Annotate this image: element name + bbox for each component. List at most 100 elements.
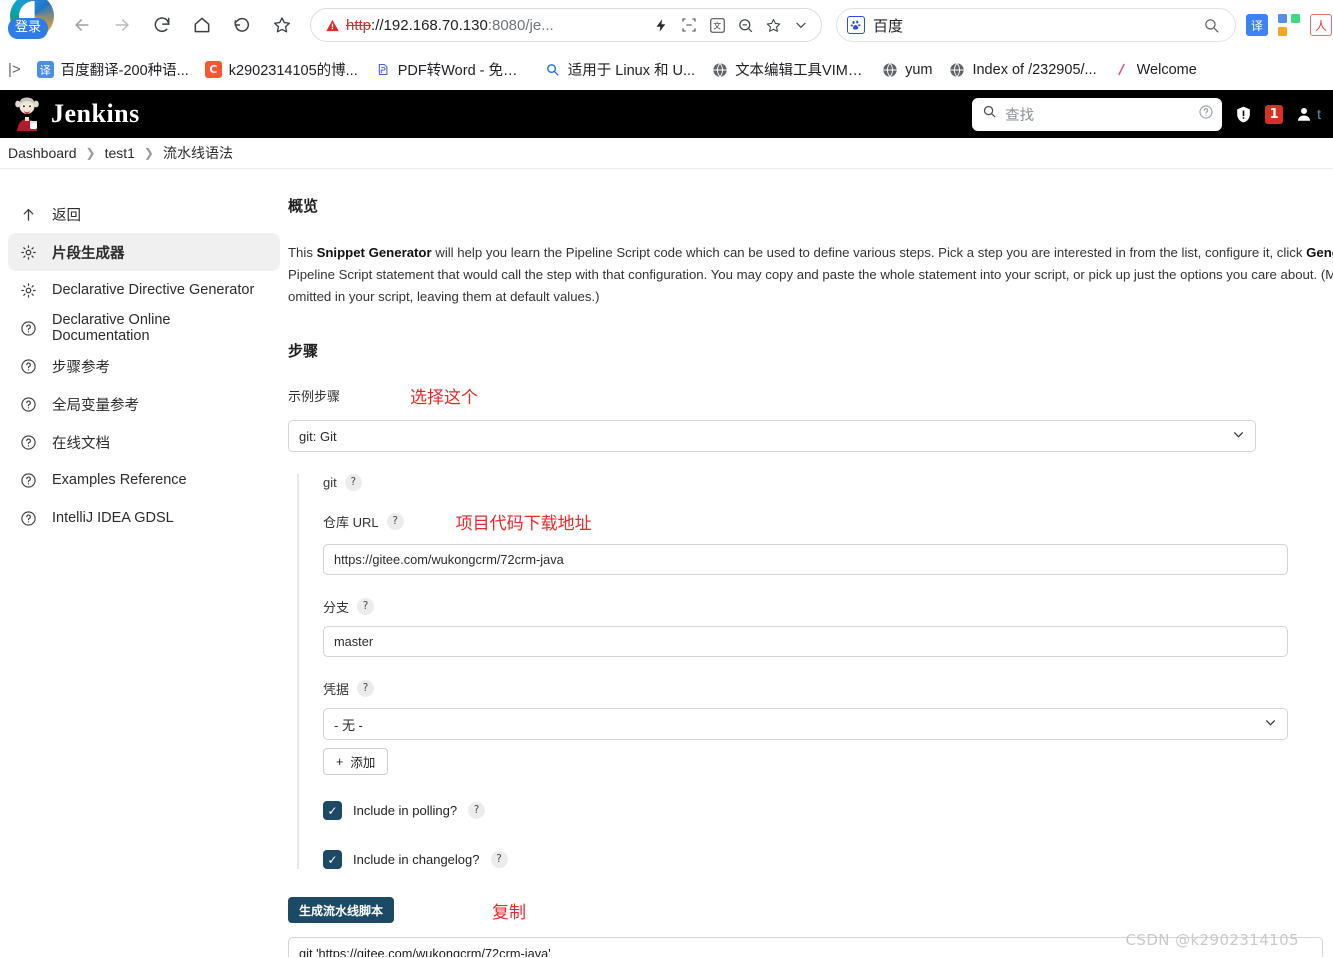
bookmark-item[interactable]: yum xyxy=(873,57,940,82)
help-circle-icon[interactable]: ? xyxy=(490,851,508,868)
zoom-out-icon[interactable] xyxy=(731,11,759,39)
up-arrow-icon xyxy=(18,206,38,223)
sidebar-item-label: 返回 xyxy=(52,207,81,224)
intro-paragraph: This Snippet Generator will help you lea… xyxy=(288,242,1333,308)
credentials-label: 凭据 xyxy=(323,682,350,697)
breadcrumb: Dashboard ❯ test1 ❯ 流水线语法 xyxy=(0,138,1333,169)
sidebar-item-declarative-directive-generator[interactable]: Declarative Directive Generator xyxy=(8,271,280,309)
url-scheme: http xyxy=(346,16,372,34)
sidebar-item-step-reference[interactable]: 步骤参考 xyxy=(8,347,280,385)
bookmark-label: 百度翻译-200种语... xyxy=(60,63,189,79)
reload-icon[interactable] xyxy=(145,8,179,42)
chevron-down-icon xyxy=(1264,716,1277,732)
bookmark-label: Index of /232905/... xyxy=(972,61,1097,78)
annotation-copy: 复制 xyxy=(492,902,527,923)
user-name-label: t xyxy=(1317,106,1321,122)
bookmark-item[interactable]: Index of /232905/... xyxy=(940,57,1104,82)
help-circle-icon[interactable]: ? xyxy=(357,598,375,615)
bookmark-item[interactable]: 文本编辑工具VIM -... xyxy=(703,55,873,84)
jenkins-header: Jenkins 查找 1 t xyxy=(0,90,1333,138)
grid-ext-icon[interactable] xyxy=(1278,14,1300,36)
favorite-star-icon[interactable] xyxy=(265,8,299,42)
include-in-polling-row[interactable]: ✓ Include in polling? ? xyxy=(323,801,1333,820)
home-icon[interactable] xyxy=(185,8,219,42)
security-alert-icon[interactable] xyxy=(1234,104,1253,125)
add-credentials-button[interactable]: + 添加 xyxy=(323,748,389,775)
annotation-select-this: 选择这个 xyxy=(410,388,479,408)
help-circle-icon[interactable] xyxy=(1198,104,1214,125)
bookmark-item[interactable]: C k2902314105的博... xyxy=(197,55,366,84)
bookmark-item[interactable]: 译 百度翻译-200种语... xyxy=(29,55,197,84)
sidebar-item-snippet-generator[interactable]: 片段生成器 xyxy=(8,233,280,271)
generate-pipeline-script-button[interactable]: 生成流水线脚本 xyxy=(288,897,395,923)
help-circle-icon[interactable]: ? xyxy=(344,474,362,491)
intro-bold-snippet-generator: Snippet Generator xyxy=(316,245,432,260)
breadcrumb-item-test1[interactable]: test1 xyxy=(105,145,135,161)
back-arrow-icon[interactable] xyxy=(65,8,99,42)
forward-arrow-icon[interactable] xyxy=(105,8,139,42)
include-in-polling-checkbox[interactable]: ✓ xyxy=(323,801,342,820)
csdn-watermark: CSDN @k2902314105 xyxy=(1125,931,1299,949)
url-separator: :// xyxy=(371,16,384,34)
sidebar-item-label: Examples Reference xyxy=(52,472,187,488)
lightning-icon[interactable] xyxy=(647,11,675,39)
sample-step-label: 示例步骤 xyxy=(288,389,341,404)
sidebar-item-label: 片段生成器 xyxy=(52,245,125,262)
csdn-icon: C xyxy=(204,61,222,78)
help-circle-icon[interactable]: ? xyxy=(386,513,404,530)
search-icon xyxy=(543,61,561,78)
help-circle-icon[interactable]: ? xyxy=(468,802,486,819)
include-in-changelog-checkbox[interactable]: ✓ xyxy=(323,850,342,869)
slash-icon xyxy=(1112,61,1130,78)
help-circle-icon xyxy=(18,320,38,337)
bookmark-item[interactable]: 适用于 Linux 和 U... xyxy=(536,55,703,84)
breadcrumb-item-dashboard[interactable]: Dashboard xyxy=(8,145,77,161)
sidebar-item-label: 步骤参考 xyxy=(52,359,110,376)
bookmark-item[interactable]: Welcome xyxy=(1105,57,1205,82)
search-icon[interactable] xyxy=(1197,11,1225,39)
add-credentials-row: + 添加 xyxy=(323,748,1333,775)
user-menu[interactable]: t xyxy=(1295,105,1321,123)
repo-url-input[interactable]: https://gitee.com/wukongcrm/72crm-java xyxy=(323,544,1288,575)
sidebar-item-back[interactable]: 返回 xyxy=(8,195,280,233)
pdf-ext-icon[interactable]: 人 xyxy=(1310,14,1332,36)
help-circle-icon[interactable]: ? xyxy=(357,680,375,697)
login-pill[interactable]: 登录 xyxy=(8,18,49,39)
bookmark-label: yum xyxy=(905,61,933,78)
sample-step-select[interactable]: git: Git xyxy=(288,420,1256,452)
sidebar-item-label: 在线文档 xyxy=(52,435,110,452)
sidebar-item-global-variable-reference[interactable]: 全局变量参考 xyxy=(8,385,280,423)
page-title: 概览 xyxy=(288,198,319,215)
jenkins-search-box[interactable]: 查找 xyxy=(972,97,1223,131)
bookmark-label: Welcome xyxy=(1136,61,1197,78)
search-bar[interactable]: 百度 xyxy=(836,8,1236,42)
translate-icon[interactable]: 文 xyxy=(703,11,731,39)
reader-mode-icon[interactable] xyxy=(675,11,703,39)
include-in-changelog-row[interactable]: ✓ Include in changelog? ? xyxy=(323,850,1333,869)
sidebar-item-examples-reference[interactable]: Examples Reference xyxy=(8,461,280,499)
sidebar-item-declarative-online-documentation[interactable]: Declarative Online Documentation xyxy=(8,309,280,347)
notification-badge[interactable]: 1 xyxy=(1265,104,1284,124)
search-input[interactable]: 百度 xyxy=(873,15,1197,36)
sidebar-item-online-documentation[interactable]: 在线文档 xyxy=(8,423,280,461)
address-bar[interactable]: http://192.168.70.130:8080/je... 文 xyxy=(310,8,822,42)
baidu-paw-icon xyxy=(847,16,865,34)
star-icon[interactable] xyxy=(759,11,787,39)
translate-ext-icon[interactable]: 译 xyxy=(1246,14,1268,36)
breadcrumb-item-pipeline-syntax[interactable]: 流水线语法 xyxy=(163,143,233,163)
gear-icon xyxy=(18,244,38,261)
branch-input[interactable]: master xyxy=(323,626,1288,657)
bookmarks-overflow-icon[interactable]: |> xyxy=(4,61,29,78)
url-text: http://192.168.70.130:8080/je... xyxy=(346,17,647,34)
sample-step-value: git: Git xyxy=(299,428,337,444)
plus-icon: + xyxy=(336,754,344,769)
chevron-down-icon[interactable] xyxy=(787,11,815,39)
branch-label: 分支 xyxy=(323,600,350,615)
jenkins-logo-link[interactable]: Jenkins xyxy=(12,97,140,131)
bookmark-item[interactable]: PDF转Word - 免费... xyxy=(366,55,536,84)
main-content: 概览 This Snippet Generator will help you … xyxy=(288,169,1333,957)
credentials-select[interactable]: - 无 - xyxy=(323,708,1288,740)
history-icon[interactable] xyxy=(225,8,259,42)
sidebar-item-label: Declarative Directive Generator xyxy=(52,282,255,298)
sidebar-item-intellij-idea-gdsl[interactable]: IntelliJ IDEA GDSL xyxy=(8,499,280,537)
